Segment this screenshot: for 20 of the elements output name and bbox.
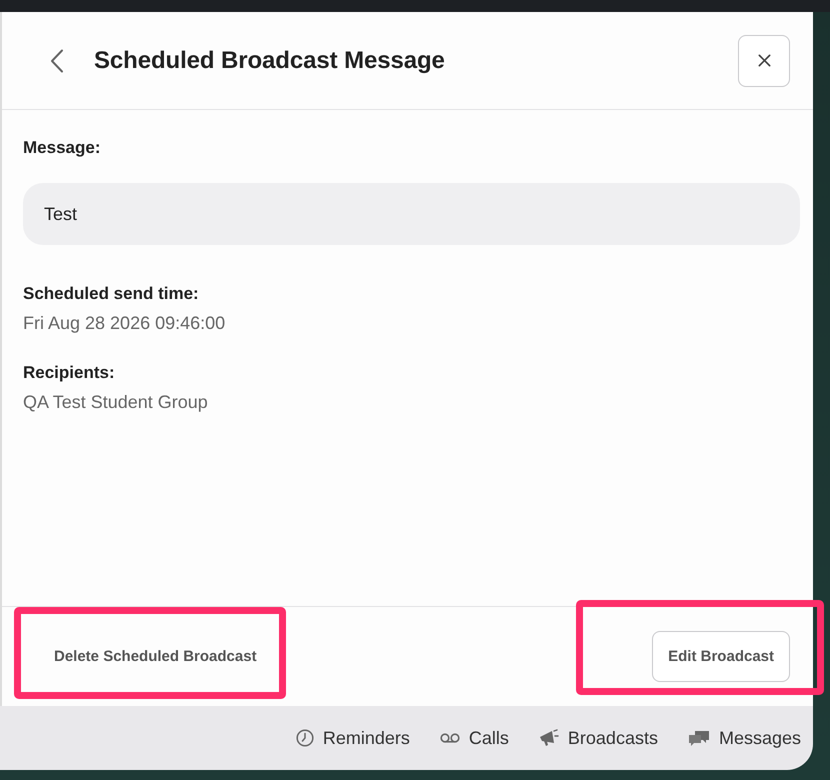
back-button[interactable]: [50, 48, 64, 72]
close-icon: [758, 54, 770, 67]
field-label: Message:: [23, 137, 102, 159]
field-value: Fri Aug 28 2026 09:46:00: [23, 312, 226, 334]
chat-bubbles-icon: [688, 730, 710, 746]
voicemail-icon: [440, 733, 460, 743]
tab-item[interactable]: Calls: [440, 728, 509, 748]
back-chevron-icon: [50, 48, 64, 72]
tab-item[interactable]: Messages: [688, 728, 801, 748]
message-field: Test: [23, 183, 800, 245]
dialog-title: Scheduled Broadcast Message: [94, 46, 445, 74]
megaphone-icon: [538, 729, 559, 747]
clock-icon: [296, 729, 314, 747]
edit-broadcast-button[interactable]: Edit Broadcast: [652, 631, 790, 682]
field-label: Recipients:: [23, 362, 116, 384]
field-label: Scheduled send time:: [23, 283, 200, 305]
tab-item[interactable]: Broadcasts: [538, 728, 658, 748]
delete-broadcast-button[interactable]: Delete Scheduled Broadcast: [40, 636, 271, 677]
field-value: QA Test Student Group: [23, 391, 209, 413]
tab-item[interactable]: Reminders: [296, 728, 410, 748]
